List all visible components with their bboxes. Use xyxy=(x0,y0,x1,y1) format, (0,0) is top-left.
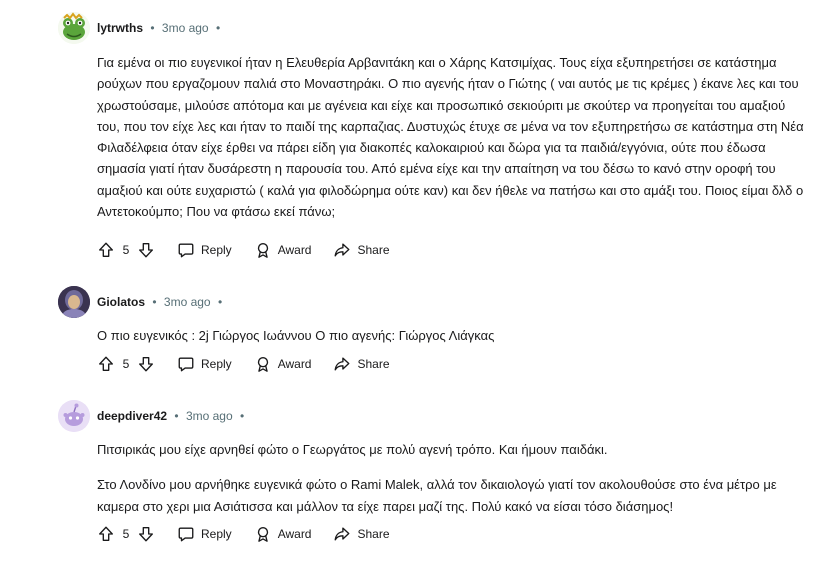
score: 5 xyxy=(122,357,130,371)
vote-control: 5 xyxy=(97,355,155,373)
award-label: Award xyxy=(277,527,312,541)
speech-bubble-icon xyxy=(178,527,194,542)
comment-meta: deepdiver42 • 3mo ago • xyxy=(97,409,248,423)
downvote-icon[interactable] xyxy=(137,355,155,373)
share-arrow-icon xyxy=(335,527,350,541)
comment-body: Πιτσιρικάς μου είχε αρνηθεί φώτο ο Γεωργ… xyxy=(97,439,809,517)
reply-button[interactable]: Reply xyxy=(177,355,232,373)
comment-meta: lytrwths • 3mo ago • xyxy=(97,21,224,35)
award-label: Award xyxy=(277,357,312,371)
share-arrow-icon xyxy=(335,357,350,371)
speech-bubble-icon xyxy=(178,243,194,258)
award-label: Award xyxy=(277,243,312,257)
share-button[interactable]: Share xyxy=(333,355,390,373)
comment-body: Ο πιο ευγενικός : 2j Γιώργος Ιωάννου Ο π… xyxy=(97,325,809,346)
reply-button[interactable]: Reply xyxy=(177,525,232,543)
separator: • xyxy=(174,409,179,423)
score: 5 xyxy=(122,527,130,541)
share-label: Share xyxy=(357,527,390,541)
username[interactable]: lytrwths xyxy=(97,21,143,35)
upvote-icon[interactable] xyxy=(97,355,115,373)
downvote-icon[interactable] xyxy=(137,241,155,259)
award-ribbon-icon xyxy=(257,357,268,372)
upvote-icon[interactable] xyxy=(97,241,115,259)
reply-label: Reply xyxy=(201,243,232,257)
timestamp[interactable]: 3mo ago xyxy=(162,21,209,35)
separator: • xyxy=(215,21,221,35)
award-button[interactable]: Award xyxy=(254,525,312,543)
separator: • xyxy=(152,295,157,309)
vote-control: 5 xyxy=(97,525,155,543)
frog-avatar-icon xyxy=(58,12,90,44)
reply-label: Reply xyxy=(201,357,232,371)
comment-actions: 5 Reply Award Share xyxy=(97,352,412,376)
user-photo-icon xyxy=(58,286,90,318)
share-label: Share xyxy=(357,243,390,257)
downvote-icon[interactable] xyxy=(137,525,155,543)
award-ribbon-icon xyxy=(257,527,268,542)
username[interactable]: deepdiver42 xyxy=(97,409,167,423)
share-label: Share xyxy=(357,357,390,371)
share-button[interactable]: Share xyxy=(333,525,390,543)
snoo-avatar-icon xyxy=(58,400,90,432)
score: 5 xyxy=(122,243,130,257)
reply-label: Reply xyxy=(201,527,232,541)
share-arrow-icon xyxy=(335,243,350,257)
separator: • xyxy=(239,409,245,423)
comment-paragraph: Στο Λονδίνο μου αρνήθηκε ευγενικά φώτο ο… xyxy=(97,477,777,514)
upvote-icon[interactable] xyxy=(97,525,115,543)
avatar[interactable] xyxy=(58,286,90,318)
comment-body: Για εμένα οι πιο ευγενικοί ήταν η Ελευθε… xyxy=(97,52,809,222)
speech-bubble-icon xyxy=(178,357,194,372)
comment-paragraph: Για εμένα οι πιο ευγενικοί ήταν η Ελευθε… xyxy=(97,55,804,220)
avatar[interactable] xyxy=(58,12,90,44)
award-button[interactable]: Award xyxy=(254,355,312,373)
avatar[interactable] xyxy=(58,400,90,432)
separator: • xyxy=(150,21,155,35)
username[interactable]: Giolatos xyxy=(97,295,145,309)
timestamp[interactable]: 3mo ago xyxy=(164,295,211,309)
comment-actions: 5 Reply Award Share xyxy=(97,522,412,546)
comment-paragraph: Πιτσιρικάς μου είχε αρνηθεί φώτο ο Γεωργ… xyxy=(97,442,608,457)
timestamp[interactable]: 3mo ago xyxy=(186,409,233,423)
separator: • xyxy=(217,295,223,309)
comment-paragraph: Ο πιο ευγενικός : 2j Γιώργος Ιωάννου Ο π… xyxy=(97,328,495,343)
reply-button[interactable]: Reply xyxy=(177,241,232,259)
award-button[interactable]: Award xyxy=(254,241,312,259)
comment-actions: 5 Reply Award Share xyxy=(97,238,412,262)
comment-meta: Giolatos • 3mo ago • xyxy=(97,295,226,309)
vote-control: 5 xyxy=(97,241,155,259)
share-button[interactable]: Share xyxy=(333,241,390,259)
award-ribbon-icon xyxy=(257,243,268,258)
